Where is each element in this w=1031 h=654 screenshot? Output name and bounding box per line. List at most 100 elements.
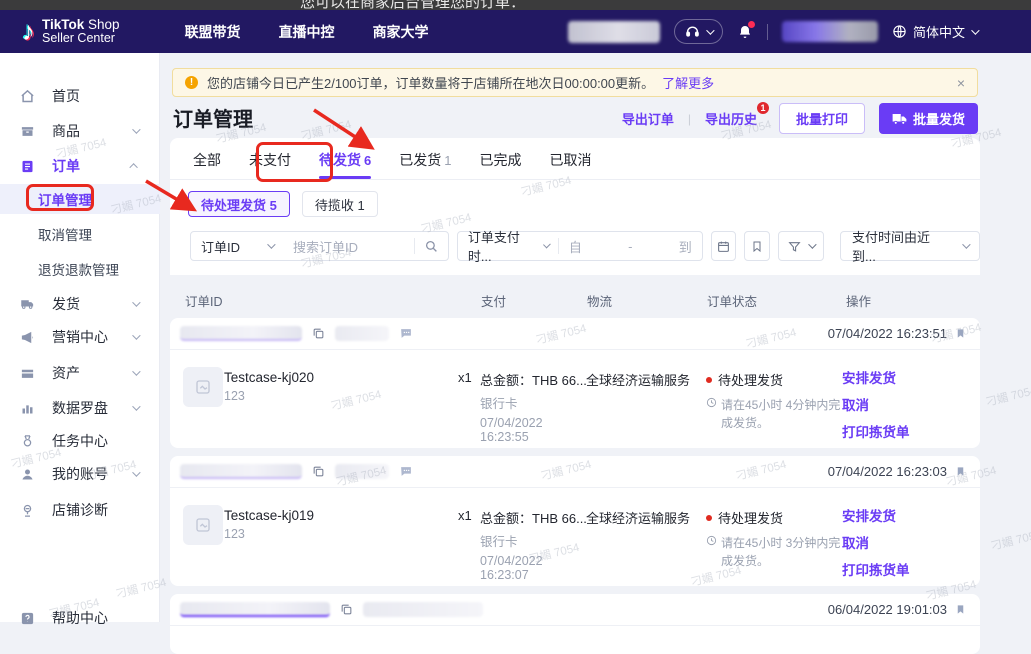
print-picklist-link[interactable]: 打印拣货单: [842, 559, 910, 579]
sidebar-item-orders[interactable]: 订单: [0, 151, 160, 181]
arrange-shipment-link[interactable]: 安排发货: [842, 505, 910, 525]
sidebar-label: 营销中心: [52, 327, 132, 347]
chevron-down-icon: [132, 402, 140, 410]
copy-icon[interactable]: [312, 327, 325, 340]
payment-block: 总金额：THB 66... 银行卡 07/04/2022 16:23:55: [480, 370, 590, 444]
diagnosis-icon: [20, 503, 35, 518]
export-history-link[interactable]: 导出历史 1: [705, 109, 757, 128]
tab-to-ship[interactable]: 待发货6: [319, 150, 371, 179]
search-button[interactable]: [415, 240, 448, 253]
chat-icon[interactable]: [399, 327, 413, 340]
cancel-order-link[interactable]: 取消: [842, 532, 910, 552]
search-icon: [425, 240, 438, 253]
clipped-text: 您可以在商家后台管理您的订单：: [300, 0, 525, 10]
ship-countdown: 请在45小时 3分钟内完成发货。: [721, 534, 846, 570]
tab-unpaid[interactable]: 未支付: [249, 150, 291, 179]
calendar-button[interactable]: [711, 231, 737, 261]
headset-icon: [685, 24, 700, 39]
sidebar-label: 任务中心: [52, 431, 160, 451]
calendar-icon: [717, 240, 730, 253]
sidebar: 首页 商品 订单 订单管理 取消管理 退货退款管理 发货 营销中心 资产 数据罗…: [0, 53, 160, 622]
advanced-filter-button[interactable]: [778, 231, 824, 261]
chevron-down-icon: [132, 298, 140, 306]
language-selector[interactable]: 简体中文: [892, 22, 977, 41]
date-dash: -: [628, 239, 632, 254]
person-icon: [20, 467, 35, 482]
sidebar-item-my-account[interactable]: 我的账号: [0, 459, 160, 489]
sidebar-item-products[interactable]: 商品: [0, 116, 160, 146]
banner-close-icon[interactable]: ×: [957, 75, 965, 91]
notifications-button[interactable]: [737, 24, 753, 40]
sidebar-label: 数据罗盘: [52, 398, 132, 418]
order-doc-icon: [20, 159, 35, 174]
nav-affiliate[interactable]: 联盟带货: [185, 22, 241, 42]
batch-ship-button[interactable]: 批量发货: [879, 103, 978, 134]
status-dot: [706, 377, 712, 383]
tab-shipped[interactable]: 已发货1: [399, 150, 451, 179]
chevron-down-icon: [543, 241, 551, 249]
sidebar-label: 发货: [52, 294, 132, 314]
funnel-icon: [788, 240, 801, 253]
truck-icon: [20, 296, 35, 312]
sidebar-item-cancel-management[interactable]: 取消管理: [0, 219, 160, 249]
order-search-group: 订单ID 搜索订单ID: [190, 231, 449, 261]
payment-time: 07/04/2022 16:23:55: [480, 416, 590, 444]
search-type-value: 订单ID: [201, 237, 240, 256]
image-icon: [195, 517, 211, 533]
search-type-dropdown[interactable]: 订单ID: [191, 237, 283, 256]
flag-icon[interactable]: [955, 465, 966, 478]
clock-icon: [706, 535, 717, 546]
sidebar-item-data-compass[interactable]: 数据罗盘: [0, 393, 160, 423]
nav-seller-university[interactable]: 商家大学: [373, 22, 429, 42]
product-name[interactable]: Testcase-kj020: [224, 370, 314, 385]
flag-icon[interactable]: [955, 603, 966, 616]
export-orders-link[interactable]: 导出订单: [622, 109, 674, 128]
batch-print-button[interactable]: 批量打印: [779, 103, 865, 134]
chat-icon[interactable]: [399, 465, 413, 478]
copy-icon[interactable]: [312, 465, 325, 478]
order-card-body: Testcase-kj020 123 x1 总金额：THB 66... 银行卡 …: [170, 350, 980, 447]
copy-icon[interactable]: [340, 603, 353, 616]
top-navbar: ♪ TikTok Shop Seller Center 联盟带货 直播中控 商家…: [0, 10, 1031, 53]
tab-completed[interactable]: 已完成: [479, 150, 521, 179]
medal-icon: [20, 434, 35, 449]
time-type-dropdown[interactable]: 订单支付时...: [458, 227, 558, 265]
sidebar-item-shop-diagnosis[interactable]: 店铺诊断: [0, 495, 160, 525]
date-range-inputs[interactable]: 自 - 到: [559, 237, 702, 256]
box-icon: [20, 124, 35, 139]
globe-icon: [892, 24, 907, 39]
sort-dropdown[interactable]: 支付时间由近到...: [840, 231, 980, 261]
sidebar-item-order-management[interactable]: 订单管理: [0, 184, 160, 214]
header-actions: 导出订单 | 导出历史 1 批量打印 批量发货: [622, 103, 978, 134]
sidebar-item-task-center[interactable]: 任务中心: [0, 426, 160, 456]
search-input[interactable]: 搜索订单ID: [283, 237, 414, 256]
pill-pending-shipment[interactable]: 待处理发货 5: [188, 191, 290, 217]
support-dropdown[interactable]: [674, 19, 723, 44]
banner-text: 您的店铺今日已产生2/100订单，订单数量将于店铺所在地次日00:00:00更新…: [207, 73, 654, 92]
tab-cancelled[interactable]: 已取消: [549, 150, 591, 179]
wallet-icon: [20, 366, 35, 381]
product-name[interactable]: Testcase-kj019: [224, 508, 314, 523]
flag-icon[interactable]: [955, 327, 966, 340]
print-picklist-link[interactable]: 打印拣货单: [842, 421, 910, 441]
pill-awaiting-collection[interactable]: 待揽收 1: [302, 191, 378, 217]
arrange-shipment-link[interactable]: 安排发货: [842, 367, 910, 387]
sidebar-item-home[interactable]: 首页: [0, 81, 160, 111]
save-filter-button[interactable]: [744, 231, 770, 261]
chevron-down-icon: [706, 26, 714, 34]
sidebar-item-help-center[interactable]: 帮助中心: [0, 603, 160, 633]
cancel-order-link[interactable]: 取消: [842, 394, 910, 414]
nav-live-center[interactable]: 直播中控: [279, 22, 335, 42]
learn-more-link[interactable]: 了解更多: [662, 73, 714, 92]
clock-icon: [706, 397, 717, 408]
status-block: 待处理发货 请在45小时 3分钟内完成发货。: [706, 508, 846, 570]
sidebar-item-return-refund[interactable]: 退货退款管理: [0, 254, 160, 284]
quota-banner: ! 您的店铺今日已产生2/100订单，订单数量将于店铺所在地次日00:00:00…: [172, 68, 978, 97]
sidebar-item-shipping[interactable]: 发货: [0, 289, 160, 319]
filter-bar: 订单ID 搜索订单ID 订单支付时... 自 - 到: [190, 231, 980, 261]
tab-all[interactable]: 全部: [193, 150, 221, 179]
tiktok-shop-logo[interactable]: ♪ TikTok Shop Seller Center: [22, 18, 120, 45]
product-qty: x1: [458, 370, 472, 385]
sidebar-item-marketing[interactable]: 营销中心: [0, 322, 160, 352]
sidebar-item-assets[interactable]: 资产: [0, 358, 160, 388]
